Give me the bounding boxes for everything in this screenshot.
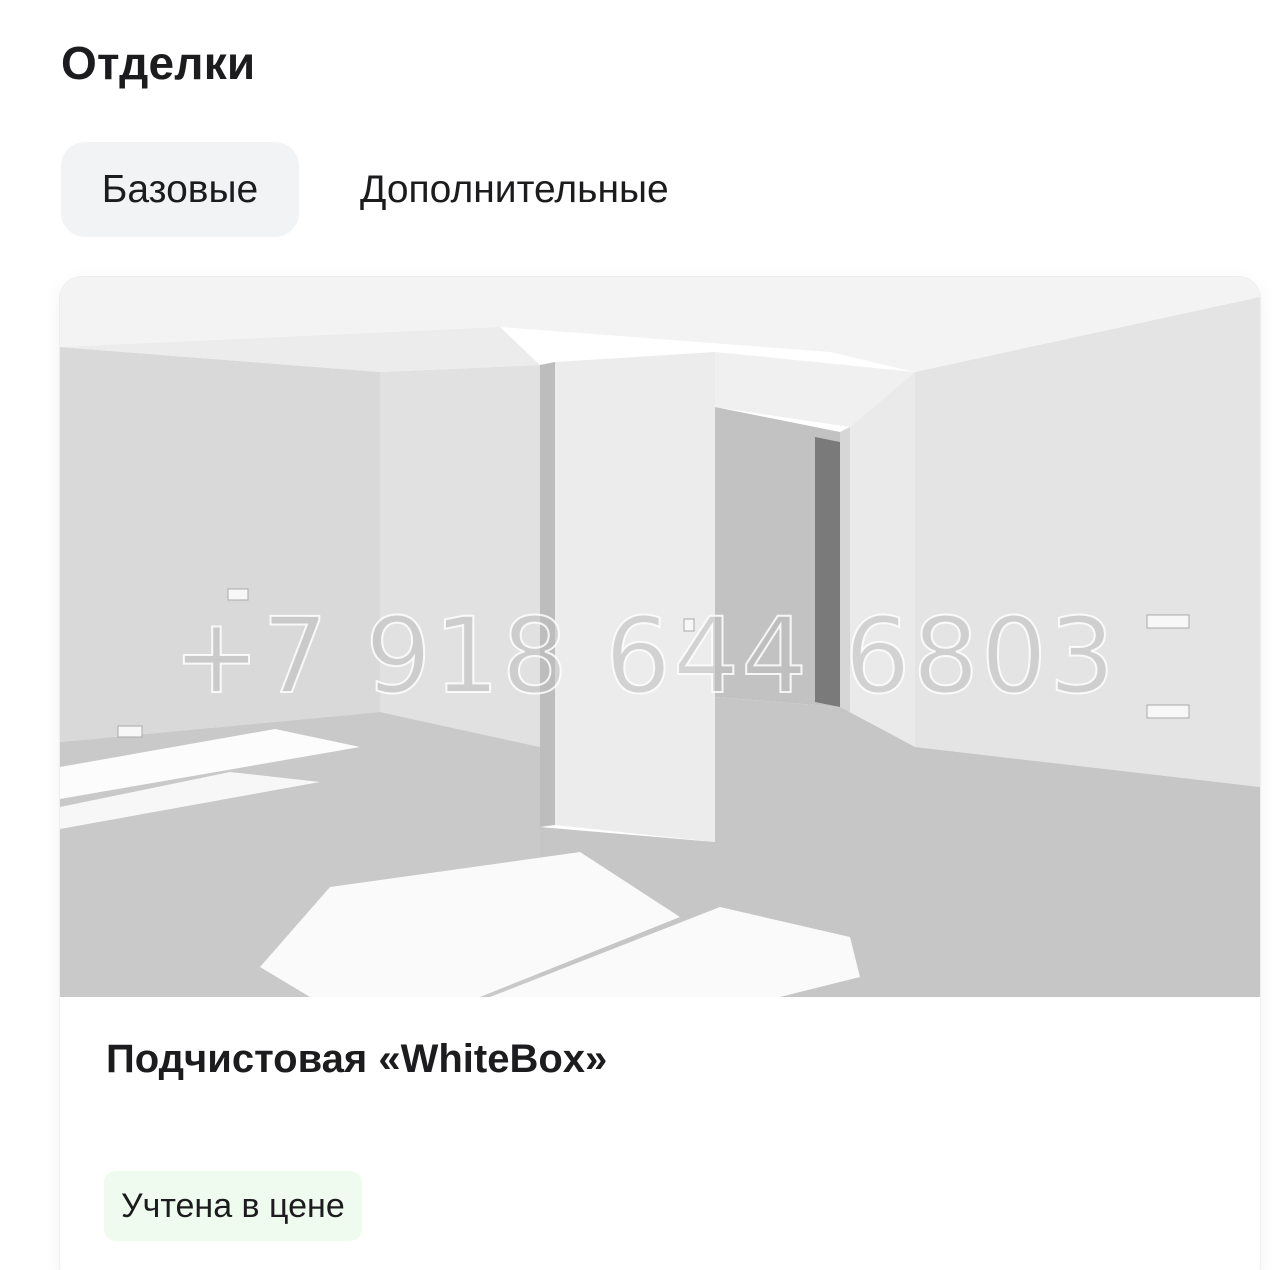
finish-card[interactable]: +7 918 644 6803 Подчистовая «WhiteBox» У… [60,277,1260,1270]
included-in-price-badge: Учтена в цене [104,1171,362,1241]
finish-tabs: Базовые Дополнительные [61,142,700,237]
tab-basic[interactable]: Базовые [61,142,299,237]
finish-title: Подчистовая «WhiteBox» [106,1037,608,1081]
tab-additional[interactable]: Дополнительные [329,142,700,237]
finishes-page: Отделки Базовые Дополнительные +7 918 64… [0,0,1286,1270]
section-title: Отделки [61,37,256,89]
room-photo [60,277,1260,997]
